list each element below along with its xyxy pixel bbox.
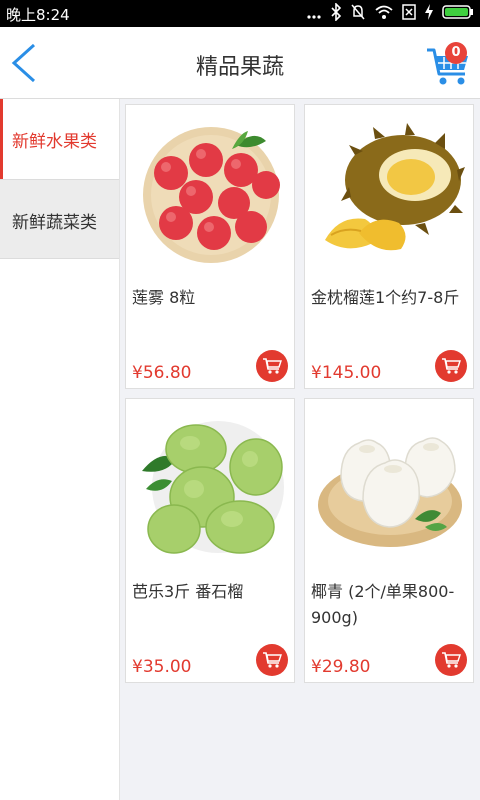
product-card[interactable]: 椰青 (2个/单果800-900g) ¥29.80 [304, 398, 474, 683]
product-name: 金枕榴莲1个约7-8斤 [311, 288, 460, 307]
add-to-cart-button[interactable] [256, 644, 288, 676]
product-price: ¥145.00 [311, 363, 382, 383]
category-fresh-vegetables[interactable]: 新鲜蔬菜类 [0, 179, 119, 259]
product-price: ¥29.80 [311, 657, 371, 677]
guava-image [142, 421, 284, 554]
status-time: 晚上8:24 [6, 6, 70, 24]
category-label: 新鲜水果类 [12, 132, 97, 152]
page-title: 精品果蔬 [195, 55, 284, 80]
add-to-cart-button[interactable] [435, 644, 467, 676]
product-name: 芭乐3斤 番石榴 [132, 582, 244, 601]
cart-add-icon [263, 358, 282, 374]
product-name: 莲雾 8粒 [132, 288, 196, 307]
charging-icon [425, 4, 433, 20]
cart-add-icon [263, 652, 282, 668]
coconut-image [318, 437, 462, 547]
wifi-icon [375, 5, 393, 19]
cart-count-badge: 0 [445, 42, 467, 64]
product-price: ¥35.00 [132, 657, 192, 677]
no-sim-icon [402, 4, 416, 20]
more-dots-icon [307, 15, 321, 19]
product-card[interactable]: 莲雾 8粒 ¥56.80 [125, 104, 295, 389]
app-header: 精品果蔬 0 [0, 27, 480, 99]
durian-image [325, 123, 465, 251]
category-fresh-fruit[interactable]: 新鲜水果类 [0, 99, 119, 179]
category-sidebar: 新鲜水果类 新鲜蔬菜类 [0, 99, 120, 800]
product-name: 椰青 (2个/单果800-900g) [311, 582, 455, 627]
product-card[interactable]: 芭乐3斤 番石榴 ¥35.00 [125, 398, 295, 683]
product-price: ¥56.80 [132, 363, 192, 383]
cart-add-icon [442, 652, 461, 668]
add-to-cart-button[interactable] [256, 350, 288, 382]
cart-add-icon [442, 358, 461, 374]
status-bar: 晚上8:24 [0, 0, 480, 27]
silent-bell-icon [351, 4, 365, 20]
status-icons [306, 3, 474, 21]
add-to-cart-button[interactable] [435, 350, 467, 382]
bluetooth-icon [331, 3, 342, 21]
battery-icon [442, 5, 473, 19]
product-card[interactable]: 金枕榴莲1个约7-8斤 ¥145.00 [304, 104, 474, 389]
category-label: 新鲜蔬菜类 [12, 213, 97, 233]
wax-apple-image [143, 127, 280, 263]
product-grid: 莲雾 8粒 ¥56.80 金枕榴莲1个约7-8斤 ¥145.00 芭乐3斤 番石… [120, 99, 480, 800]
